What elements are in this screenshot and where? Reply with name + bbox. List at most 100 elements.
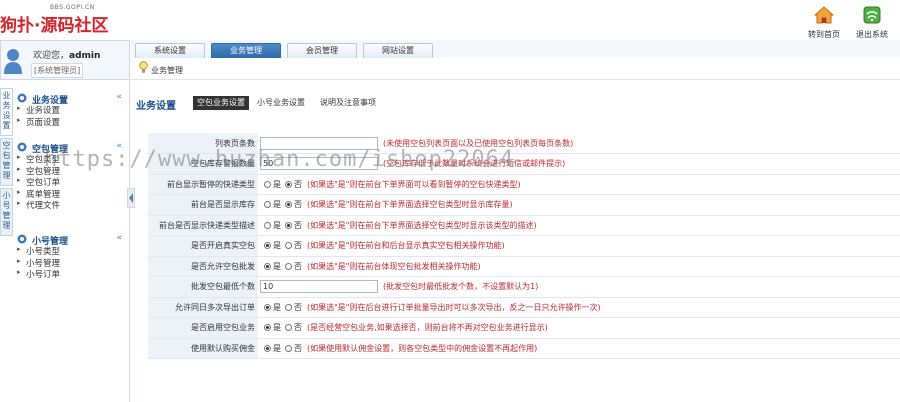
collapse-chevron-icon[interactable]: « [116,92,122,102]
form-hint: (是否经营空包业务,如果选择否，则前台将不再对空包业务进行显示) [307,323,548,333]
radio-yes-label: 是 [273,241,281,251]
top-header: BBS.GOPI.CN 狗扑·源码社区 转到首页 退出系统 [0,0,900,40]
form-hint: (如果选"是"则在前台下单界面可以看到暂停的空包快递类型) [307,179,521,189]
home-icon [813,6,835,24]
subtab-package-settings[interactable]: 空包业务设置 [193,96,249,110]
form-row: 空包库存警报数量 50 (空包库存低于此数量时系统会进行短信或邮件提示) [148,153,900,175]
radio-no-label: 否 [294,200,302,210]
menu-item-package-orders[interactable]: ▸ 空包订单 [14,176,130,188]
form-label: 批发空包最低个数 [148,276,258,298]
radio-no[interactable] [285,201,292,209]
radio-yes-label: 是 [273,261,281,271]
radio-no[interactable] [285,180,292,188]
radio-no-label: 否 [294,179,302,189]
form-input[interactable]: 10 [260,280,378,294]
user-info-panel: 欢迎您，admin [系统管理员] [0,40,130,80]
radio-yes[interactable] [264,324,271,332]
subtab-account-settings[interactable]: 小号业务设置 [253,96,309,110]
form-label: 前台是否显示快递类型描述 [148,215,258,236]
main-tabs: 系统设置 业务管理 会员管理 网站设置 [131,40,900,58]
form-value-cell: 是 否 (如果选"是"则在前台下单界面选择空包类型时显示库存量) [258,194,900,216]
form-row: 是否开启真实空包 是 否 (如果选"是"则在前台和后台显示真实空包相关操作功能) [148,235,900,257]
logo-text: 狗扑·源码社区 [0,16,109,36]
radio-no-label: 否 [294,241,302,251]
menu-item-label: 小号类型 [26,247,61,257]
form-value-cell: 是 否 (如果选"是"则在前台下单界面可以看到暂停的空包快递类型) [258,174,900,195]
tab-member-management[interactable]: 会员管理 [287,43,357,58]
menu-group-header[interactable]: 空包管理 « [14,141,130,155]
tab-business-management[interactable]: 业务管理 [211,43,281,58]
radio-yes-label: 是 [273,302,281,312]
folder-icon [17,93,27,103]
collapse-chevron-icon[interactable]: « [116,233,122,243]
arrow-right-icon: ▸ [17,104,21,112]
radio-no[interactable] [285,221,292,229]
menu-item-account-management[interactable]: ▸ 小号管理 [14,257,130,269]
form-hint: (如果选"是"则在前台下单界面选择空包类型时显示库存量) [307,200,513,210]
form-hint: (空包库存低于此数量时系统会进行短信或邮件提示) [383,159,566,169]
user-avatar-icon [4,49,22,74]
radio-yes[interactable] [264,201,271,209]
menu-item-account-orders[interactable]: ▸ 小号订单 [14,268,130,280]
menu-item-package-types[interactable]: ▸ 空包类型 [14,153,130,165]
logout-icon [863,6,881,24]
menu-group-header[interactable]: 小号管理 « [14,233,130,247]
menu-item-business-settings[interactable]: ▸ 业务设置 [14,104,130,116]
menu-item-label: 小号订单 [26,270,61,280]
form-input[interactable] [260,136,378,150]
vtab-account-management[interactable]: 小号管理 [0,188,13,236]
menu-item-label: 页面设置 [26,117,61,128]
radio-yes[interactable] [264,221,271,229]
form-label: 使用默认购买佣金 [148,338,258,359]
radio-yes[interactable] [264,262,271,270]
form-row: 前台是否显示库存 是 否 (如果选"是"则在前台下单界面选择空包类型时显示库存量) [148,194,900,216]
menu-item-receipt-management[interactable]: ▸ 底单管理 [14,188,130,200]
radio-yes[interactable] [264,180,271,188]
tab-system-settings[interactable]: 系统设置 [135,43,205,58]
form-input[interactable]: 50 [260,157,378,171]
radio-yes[interactable] [264,242,271,250]
radio-no-label: 否 [294,302,302,312]
menu-group-header[interactable]: 业务设置 « [14,92,130,106]
menu-item-account-types[interactable]: ▸ 小号类型 [14,245,130,257]
form-label: 列表页条数 [148,133,258,154]
subtab-instructions[interactable]: 说明及注意事项 [316,96,380,110]
vtab-business-settings[interactable]: 业务设置 [0,88,13,136]
form-label: 是否允许空包批发 [148,256,258,277]
radio-yes[interactable] [264,344,271,352]
radio-no[interactable] [285,324,292,332]
menu-item-label: 空包类型 [26,155,61,165]
form-label: 允许同日多次导出订单 [148,297,258,318]
form-value-cell: (未使用空包列表页面以及已使用空包列表页每页条数) [258,133,900,154]
form-row: 允许同日多次导出订单 是 否 (如果选"是"则在后台进行订单批量导出时可以多次导出，反… [148,297,900,318]
form-value-cell: 是 否 (如果选"是"则在前台下单界面选择空包类型时显示该类型的描述) [258,215,900,236]
form-label: 空包库存警报数量 [148,153,258,175]
menu-item-package-management[interactable]: ▸ 空包管理 [14,165,130,177]
breadcrumb: 业务管理 [131,58,900,80]
radio-no-label: 否 [294,343,302,353]
username: admin [69,51,101,61]
tab-site-settings[interactable]: 网站设置 [363,43,433,58]
radio-no[interactable] [285,344,292,352]
vtab-package-management[interactable]: 空包管理 [0,138,13,186]
menu-item-agent-files[interactable]: ▸ 代理文件 [14,199,130,211]
radio-no[interactable] [285,262,292,270]
sidebar-toggle-icon[interactable] [127,188,135,208]
form-value-cell: 是 否 (如果选"是"则在前台和后台显示真实空包相关操作功能) [258,235,900,257]
radio-no[interactable] [285,242,292,250]
logout-button[interactable]: 退出系统 [850,6,894,39]
form-row: 使用默认购买佣金 是 否 (如果使用默认佣金设置，则各空包类型中的佣金设置不再起作用) [148,338,900,359]
radio-no[interactable] [285,303,292,311]
menu-item-page-settings[interactable]: ▸ 页面设置 [14,116,130,128]
go-home-button[interactable]: 转到首页 [802,6,846,39]
form-value-cell: 是 否 (如果使用默认佣金设置，则各空包类型中的佣金设置不再起作用) [258,338,900,359]
menu-group-package-management: 空包管理 « ▸ 空包类型 ▸ 空包管理 ▸ 空包订单 ▸ 底单管理 ▸ 代理文件 [14,141,130,211]
form-hint: (如果使用默认佣金设置，则各空包类型中的佣金设置不再起作用) [307,343,538,353]
site-logo[interactable]: BBS.GOPI.CN 狗扑·源码社区 [0,2,120,38]
arrow-right-icon: ▸ [17,176,21,184]
radio-yes[interactable] [264,303,271,311]
radio-no-label: 否 [294,261,302,271]
form-label: 前台显示暂停的快递类型 [148,174,258,195]
collapse-chevron-icon[interactable]: « [116,141,122,151]
welcome-text: 欢迎您，admin [33,48,100,61]
